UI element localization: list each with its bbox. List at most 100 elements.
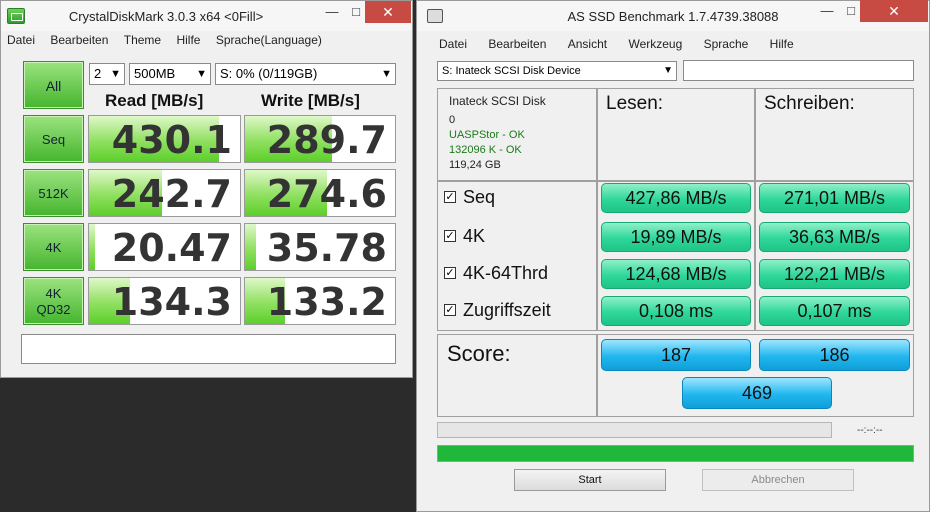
4k-read-result: 20.47: [88, 223, 241, 271]
start-button[interactable]: Start: [514, 469, 666, 491]
drive-select[interactable]: S: 0% (0/119GB) ▼: [215, 63, 396, 85]
score-total: 469: [682, 377, 832, 409]
4k-64thrd-write-result: 122,21 MB/s: [759, 259, 910, 289]
4k-qd32-read-value: 134.3: [111, 280, 232, 324]
4k-qd32-read-result: 134.3: [88, 277, 241, 325]
test-count-value: 2: [94, 66, 102, 81]
run-512k-label: 512K: [38, 186, 69, 201]
run-all-button[interactable]: All: [23, 61, 84, 109]
cdm-menu-theme[interactable]: Theme: [124, 33, 161, 47]
close-icon[interactable]: ✕: [365, 1, 411, 23]
4k-write-result: 36,63 MB/s: [759, 222, 910, 252]
512k-read-result: 242.7: [88, 169, 241, 217]
read-column-header: Read [MB/s]: [105, 91, 204, 110]
run-seq-button[interactable]: Seq: [23, 115, 84, 163]
seq-write-result: 271,01 MB/s: [759, 183, 910, 213]
run-seq-label: Seq: [41, 132, 66, 147]
test-count-select[interactable]: 2 ▼: [89, 63, 125, 85]
cdm-menubar: Datei Bearbeiten Theme Hilfe Sprache(Lan…: [7, 33, 334, 51]
test-size-select[interactable]: 500MB ▼: [129, 63, 211, 85]
4k-read-value: 20.47: [111, 226, 232, 270]
chevron-down-icon: ▼: [663, 65, 673, 76]
4k-write-bar: [245, 224, 256, 270]
write-column-header: Write [MB/s]: [261, 91, 360, 110]
as-menu-sprache[interactable]: Sprache: [704, 37, 749, 51]
score-label: Score:: [447, 341, 511, 366]
4k-64thrd-checkbox[interactable]: ✓: [444, 267, 456, 279]
4k-64thrd-read-result: 124,68 MB/s: [601, 259, 751, 289]
drive-firmware: 0: [449, 114, 456, 126]
test-size-value: 500MB: [134, 66, 176, 81]
seq-checkbox[interactable]: ✓: [444, 191, 456, 203]
seq-read-value: 430.1: [111, 118, 232, 162]
score-write: 186: [759, 339, 910, 371]
access-time-checkbox[interactable]: ✓: [444, 304, 456, 316]
as-menu-bearbeiten[interactable]: Bearbeiten: [488, 37, 546, 51]
drive-select-value: S: 0% (0/119GB): [220, 66, 318, 81]
seq-read-result: 430.1: [88, 115, 241, 163]
chevron-down-icon: ▼: [381, 68, 392, 80]
cdm-menu-hilfe[interactable]: Hilfe: [176, 33, 200, 47]
seq-label: Seq: [463, 187, 496, 207]
progress-time: --:--:--: [857, 425, 883, 436]
cdm-window-title: CrystalDiskMark 3.0.3 x64 <0Fill>: [68, 9, 264, 24]
as-drive-select-value: S: Inateck SCSI Disk Device: [442, 65, 581, 77]
chevron-down-icon: ▼: [110, 68, 121, 80]
as-menu-hilfe[interactable]: Hilfe: [770, 37, 794, 51]
drive-name: Inateck SCSI Disk: [449, 94, 546, 108]
run-4k-button[interactable]: 4K: [23, 223, 84, 271]
4k-qd32-write-result: 133.2: [244, 277, 396, 325]
as-drive-select[interactable]: S: Inateck SCSI Disk Device ▼: [437, 61, 677, 81]
alignment-status: 132096 K - OK: [449, 144, 522, 156]
as-menu-werkzeug[interactable]: Werkzeug: [628, 37, 682, 51]
512k-write-result: 274.6: [244, 169, 396, 217]
as-ssd-menubar: Datei Bearbeiten Ansicht Werkzeug Sprach…: [439, 37, 812, 55]
seq-read-result: 427,86 MB/s: [601, 183, 751, 213]
crystaldiskmark-window: CrystalDiskMark 3.0.3 x64 <0Fill> — □ ✕ …: [0, 0, 413, 378]
run-4k-qd32-sublabel: QD32: [36, 302, 71, 317]
as-menu-datei[interactable]: Datei: [439, 37, 467, 51]
cdm-titlebar[interactable]: CrystalDiskMark 3.0.3 x64 <0Fill> — □ ✕: [1, 1, 412, 31]
chevron-down-icon: ▼: [196, 68, 207, 80]
4k-write-value: 35.78: [266, 226, 387, 270]
driver-status: UASPStor - OK: [449, 129, 525, 141]
write-header: Schreiben:: [764, 93, 855, 114]
minimize-icon[interactable]: —: [317, 1, 347, 23]
seq-write-result: 289.7: [244, 115, 396, 163]
512k-read-value: 242.7: [111, 172, 232, 216]
access-time-label: Zugriffszeit: [463, 300, 551, 320]
run-4k-label: 4K: [45, 240, 62, 255]
total-progress-fill: [438, 446, 913, 461]
4k-64thrd-label: 4K-64Thrd: [463, 263, 549, 283]
run-4k-qd32-label: 4K: [45, 286, 62, 301]
as-maximize-icon[interactable]: □: [842, 0, 860, 22]
read-header: Lesen:: [606, 93, 664, 114]
run-512k-button[interactable]: 512K: [23, 169, 84, 217]
access-time-write-result: 0,107 ms: [759, 296, 910, 326]
as-menu-ansicht[interactable]: Ansicht: [568, 37, 607, 51]
score-read: 187: [601, 339, 751, 371]
512k-write-value: 274.6: [266, 172, 387, 216]
as-info-input[interactable]: [683, 60, 914, 81]
4k-qd32-write-value: 133.2: [266, 280, 387, 324]
access-time-read-result: 0,108 ms: [601, 296, 751, 326]
cdm-menu-sprache[interactable]: Sprache(Language): [216, 33, 322, 47]
total-progress-bar: [437, 445, 914, 462]
comment-input[interactable]: [21, 334, 396, 364]
maximize-icon[interactable]: □: [347, 1, 365, 23]
4k-label: 4K: [463, 226, 486, 246]
cancel-button[interactable]: Abbrechen: [702, 469, 854, 491]
run-4k-qd32-button[interactable]: 4K QD32: [23, 277, 84, 325]
4k-write-result: 35.78: [244, 223, 396, 271]
test-progress-bar: [437, 422, 832, 438]
4k-read-bar: [89, 224, 96, 270]
drive-size: 119,24 GB: [449, 159, 501, 171]
seq-write-value: 289.7: [266, 118, 387, 162]
4k-checkbox[interactable]: ✓: [444, 230, 456, 242]
cdm-menu-bearbeiten[interactable]: Bearbeiten: [50, 33, 108, 47]
as-minimize-icon[interactable]: —: [812, 0, 842, 22]
as-close-icon[interactable]: ✕: [860, 0, 928, 22]
cdm-menu-datei[interactable]: Datei: [7, 33, 35, 47]
4k-read-result: 19,89 MB/s: [601, 222, 751, 252]
as-ssd-window: AS SSD Benchmark 1.7.4739.38088 Datei Be…: [416, 0, 930, 512]
